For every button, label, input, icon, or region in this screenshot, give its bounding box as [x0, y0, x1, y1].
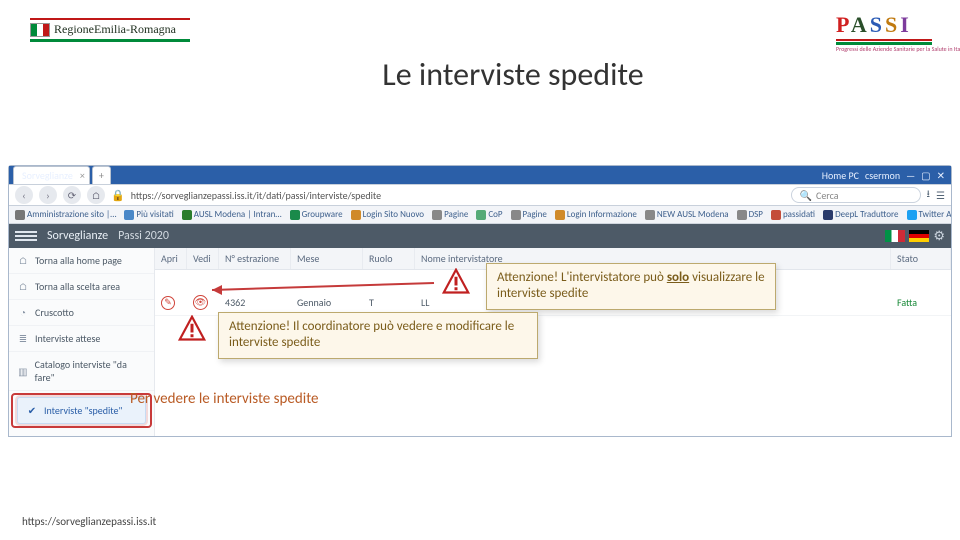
- gauge-icon: ◔: [17, 307, 29, 319]
- lock-icon: 🔒: [111, 189, 125, 202]
- bookmark-item[interactable]: Pagine: [511, 209, 547, 220]
- search-box[interactable]: 🔍Cerca: [791, 187, 921, 203]
- view-icon[interactable]: 👁: [193, 295, 208, 310]
- bookmark-item[interactable]: AUSL Modena | Intran…: [182, 209, 282, 220]
- bookmark-item[interactable]: CoP: [476, 209, 502, 220]
- nav-reload-icon[interactable]: ⟳: [63, 186, 81, 204]
- download-icon[interactable]: ⭳: [927, 187, 931, 204]
- nav-home-icon[interactable]: ⌂: [87, 186, 105, 204]
- warning-icon: [442, 268, 470, 296]
- bookmark-item[interactable]: DSP: [737, 209, 763, 220]
- bookmarks-bar: Amministrazione sito |… Più visitati AUS…: [9, 206, 951, 224]
- bookmark-item[interactable]: Più visitati: [124, 209, 173, 220]
- sidebar-item-dashboard[interactable]: ◔Cruscotto: [9, 300, 154, 326]
- hamburger-icon[interactable]: [15, 231, 37, 241]
- callout-coordinatore: Attenzione! Il coordinatore può vedere e…: [218, 312, 538, 359]
- home-icon: ⌂: [17, 281, 29, 293]
- new-tab-button[interactable]: +: [92, 166, 111, 184]
- window-close-icon[interactable]: ✕: [937, 169, 945, 182]
- th-ruolo: Ruolo: [363, 248, 415, 269]
- bookmark-item[interactable]: Twitter AUSLModena: [907, 209, 951, 220]
- app-context: Passi 2020: [118, 229, 169, 243]
- search-icon: 🔍: [800, 189, 812, 202]
- bookmark-menu-icon[interactable]: ☰: [936, 189, 945, 202]
- italy-flag-icon: [30, 23, 50, 37]
- window-maximize-icon[interactable]: ▢: [921, 169, 930, 182]
- app-brand: Sorveglianze: [47, 229, 108, 243]
- th-apri: Apri: [155, 248, 187, 269]
- th-vedi: Vedi: [187, 248, 219, 269]
- sidebar-item-home[interactable]: ⌂Torna alla home page: [9, 248, 154, 274]
- passi-tagline: Progressi delle Aziende Sanitarie per la…: [836, 45, 932, 53]
- home-icon: ⌂: [17, 255, 29, 267]
- lang-de-icon[interactable]: [909, 230, 929, 242]
- cell-stato: Fatta: [891, 291, 951, 314]
- bookmark-item[interactable]: DeepL Traduttore: [823, 209, 898, 220]
- browser-tab[interactable]: Sorveglianze ×: [13, 166, 90, 184]
- nav-forward-icon[interactable]: ›: [39, 186, 57, 204]
- address-bar[interactable]: https://sorveglianzepassi.iss.it/it/dati…: [131, 189, 785, 202]
- bookmark-item[interactable]: passidati: [771, 209, 815, 220]
- callout-intervistatore: Attenzione! L'intervistatore può solo vi…: [486, 263, 776, 310]
- window-username: csermon: [865, 169, 900, 182]
- bookmark-item[interactable]: Groupware: [290, 209, 343, 220]
- bookmark-item[interactable]: Login Sito Nuovo: [351, 209, 424, 220]
- warning-icon: [178, 315, 206, 343]
- arrow-to-eye: [212, 280, 442, 298]
- th-stato: Stato: [891, 248, 951, 269]
- th-num: N° estrazione: [219, 248, 291, 269]
- book-icon: ▥: [17, 365, 29, 377]
- gear-icon[interactable]: ⚙: [933, 229, 945, 244]
- bookmark-item[interactable]: Amministrazione sito |…: [15, 209, 116, 220]
- page-title: Le interviste spedite: [190, 55, 836, 94]
- edit-icon[interactable]: ✎: [161, 296, 175, 310]
- nav-back-icon[interactable]: ‹: [15, 186, 33, 204]
- sidebar-item-attese[interactable]: ≣Interviste attese: [9, 326, 154, 352]
- list-icon: ≣: [17, 333, 29, 345]
- sidebar-item-catalogo[interactable]: ▥Catalogo interviste "da fare": [9, 352, 154, 391]
- bookmark-item[interactable]: Pagine: [432, 209, 468, 220]
- region-logo: RegioneEmilia-Romagna: [30, 18, 190, 42]
- instruction-text: Per vedere le interviste spedite: [130, 390, 319, 408]
- footer-url: https://sorveglianzepassi.iss.it: [22, 515, 156, 528]
- bookmark-item[interactable]: Login Informazione: [555, 209, 637, 220]
- sidebar-item-area[interactable]: ⌂Torna alla scelta area: [9, 274, 154, 300]
- th-mese: Mese: [291, 248, 363, 269]
- region-logo-text: RegioneEmilia-Romagna: [54, 22, 176, 37]
- lang-it-icon[interactable]: [885, 230, 905, 242]
- sidebar-item-spedite[interactable]: ✔Interviste "spedite": [17, 397, 146, 424]
- check-icon: ✔: [26, 405, 38, 417]
- passi-logo: PASSI Progressi delle Aziende Sanitarie …: [836, 12, 932, 53]
- bookmark-item[interactable]: NEW AUSL Modena: [645, 209, 729, 220]
- window-minimize-icon[interactable]: —: [906, 169, 915, 182]
- window-title: Home PC: [822, 169, 859, 182]
